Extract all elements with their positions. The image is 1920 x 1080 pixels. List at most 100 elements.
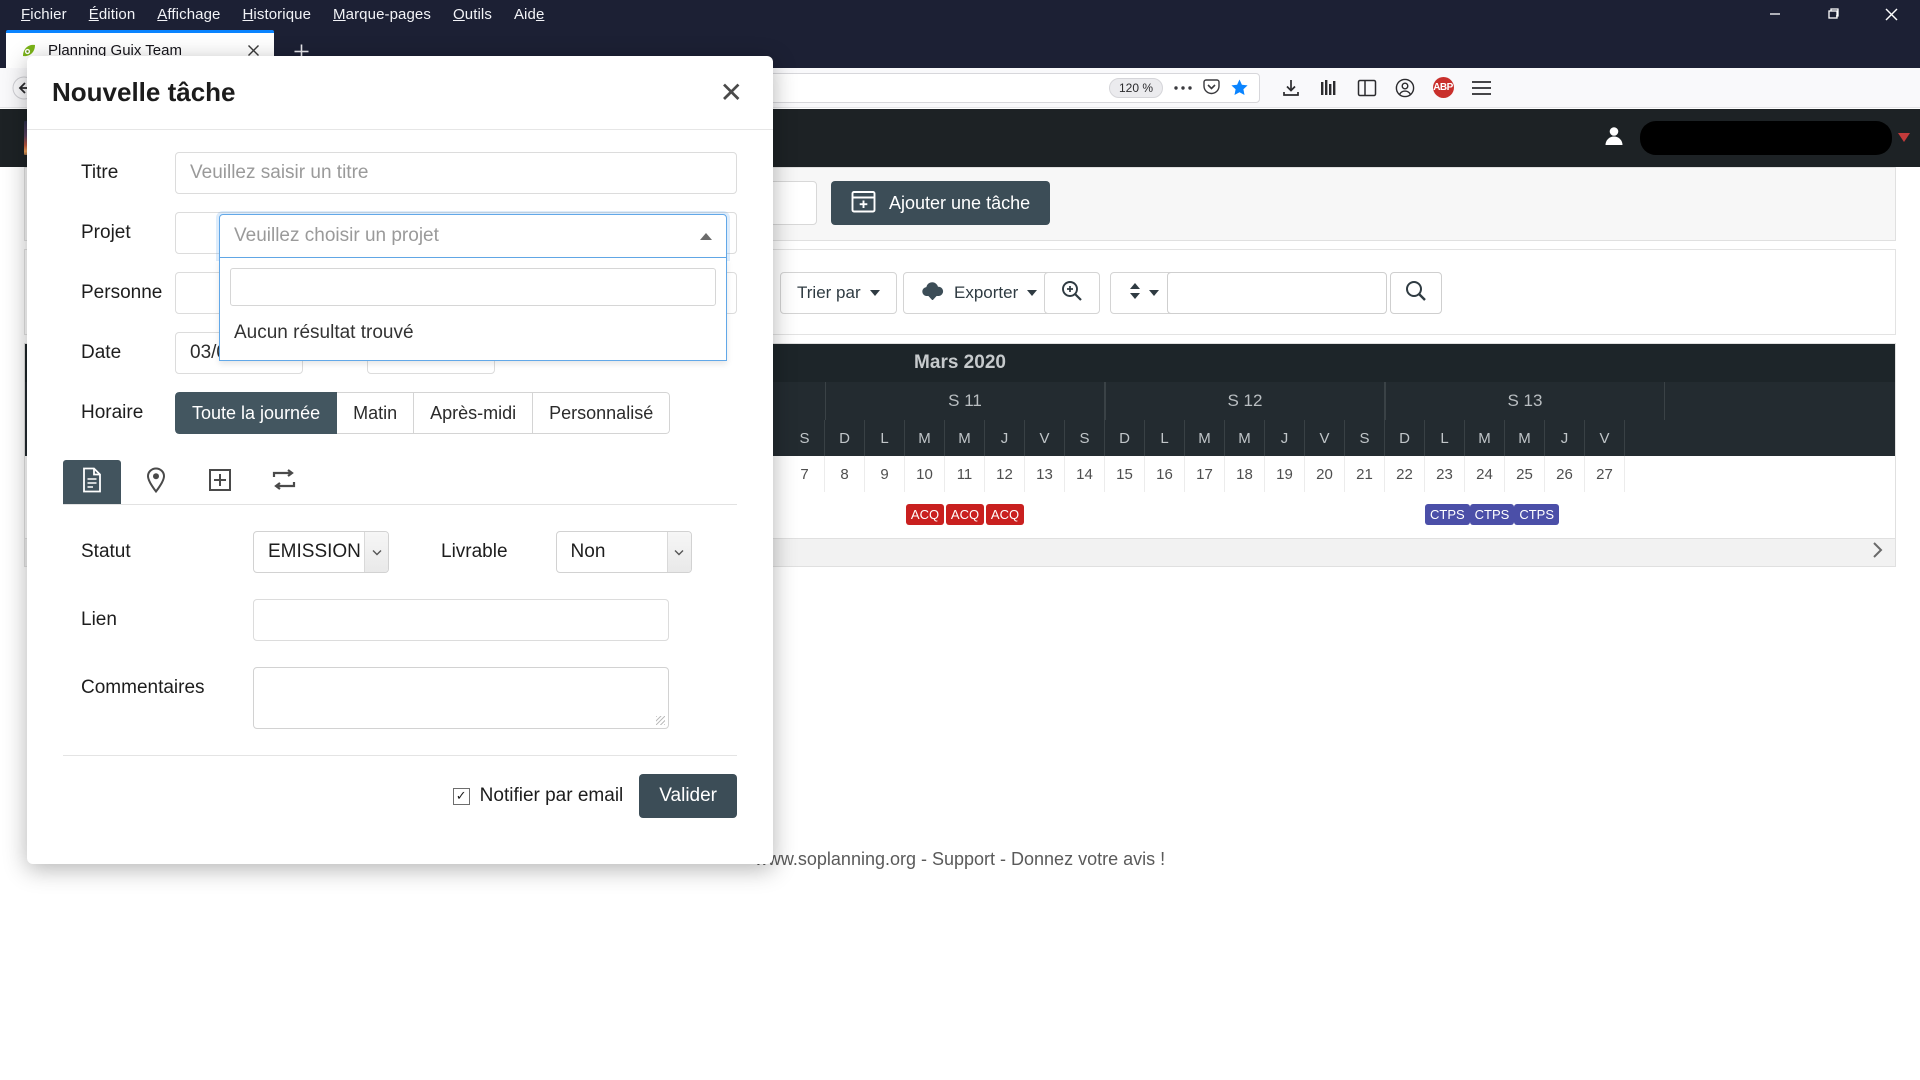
checkbox-icon[interactable]: ✓ bbox=[452, 787, 470, 805]
plus-square-icon bbox=[208, 468, 232, 497]
menu-edition[interactable]: Édition bbox=[78, 3, 147, 26]
livrable-value: Non bbox=[570, 541, 606, 562]
projet-select-trigger[interactable]: Veuillez choisir un projet bbox=[219, 214, 727, 258]
calendar-day-number: 10 bbox=[905, 456, 945, 492]
projet-select-no-result: Aucun résultat trouvé bbox=[234, 322, 414, 343]
calendar-day-letter: S bbox=[785, 420, 825, 456]
chevron-down-icon bbox=[666, 532, 691, 572]
user-icon bbox=[1602, 124, 1626, 153]
livrable-select[interactable]: Non bbox=[555, 531, 692, 573]
chevron-down-icon bbox=[869, 290, 880, 296]
lien-input[interactable] bbox=[253, 599, 669, 641]
menu-fichier[interactable]: Fichier bbox=[10, 3, 78, 26]
star-icon[interactable] bbox=[1225, 78, 1253, 97]
calendar-day-letter: J bbox=[1265, 420, 1305, 456]
repeat-icon bbox=[271, 468, 297, 496]
task-badge[interactable]: CTPS bbox=[1469, 503, 1515, 525]
horaire-label: Horaire bbox=[81, 402, 144, 423]
calendar-plus-icon bbox=[851, 189, 876, 218]
calendar-task-slot bbox=[1559, 492, 1599, 536]
minimize-button[interactable] bbox=[1746, 0, 1804, 28]
zoom-button[interactable] bbox=[1044, 272, 1100, 314]
statut-value: EMISSION bbox=[268, 541, 361, 562]
field-row-commentaires: Commentaires bbox=[63, 667, 737, 729]
pocket-icon[interactable] bbox=[1197, 78, 1225, 97]
calendar-day-number: 17 bbox=[1185, 456, 1225, 492]
horaire-option-apres-midi[interactable]: Après-midi bbox=[414, 392, 534, 434]
calendar-day-number: 24 bbox=[1465, 456, 1505, 492]
task-badge[interactable]: ACQ bbox=[945, 503, 985, 525]
horaire-option-matin[interactable]: Matin bbox=[337, 392, 415, 434]
calendar-task-slot bbox=[1105, 492, 1145, 536]
calendar-day-number: 9 bbox=[865, 456, 905, 492]
restore-button[interactable] bbox=[1804, 0, 1862, 28]
chevron-up-icon bbox=[700, 232, 712, 240]
calendar-day-number: 12 bbox=[985, 456, 1025, 492]
map-pin-icon bbox=[146, 466, 166, 498]
menu-aide[interactable]: Aide bbox=[503, 3, 555, 26]
calendar-day-letter: V bbox=[1585, 420, 1625, 456]
calendar-day-number: 21 bbox=[1345, 456, 1385, 492]
search-input[interactable] bbox=[1167, 272, 1387, 314]
calendar-task-slot bbox=[785, 492, 825, 536]
titre-input[interactable]: Veuillez saisir un titre bbox=[175, 152, 737, 194]
horaire-option-toute-la-journee[interactable]: Toute la journée bbox=[175, 392, 338, 434]
close-button[interactable] bbox=[1862, 0, 1920, 28]
calendar-day-letter: M bbox=[1465, 420, 1505, 456]
resize-grip-icon[interactable] bbox=[656, 716, 665, 725]
calendar-task-slot: CTPS bbox=[1514, 492, 1560, 536]
close-icon[interactable]: ✕ bbox=[712, 75, 751, 111]
os-titlebar: Fichier Édition Affichage Historique Mar… bbox=[0, 0, 1920, 28]
account-icon[interactable] bbox=[1386, 71, 1424, 105]
task-badge[interactable]: CTPS bbox=[1514, 503, 1560, 525]
ellipsis-icon[interactable] bbox=[1169, 85, 1197, 91]
task-badge[interactable]: CTPS bbox=[1425, 503, 1470, 525]
sidebar-icon[interactable] bbox=[1348, 71, 1386, 105]
tab-recurrence[interactable] bbox=[255, 460, 313, 504]
window-controls bbox=[1746, 0, 1920, 28]
calendar-week-s12: S 12 bbox=[1105, 382, 1385, 420]
search-button[interactable] bbox=[1390, 272, 1442, 314]
hamburger-icon[interactable] bbox=[1462, 71, 1500, 105]
app-user-menu[interactable] bbox=[1602, 109, 1920, 167]
tab-location[interactable] bbox=[127, 460, 185, 504]
menu-outils[interactable]: Outils bbox=[442, 3, 503, 26]
projet-select-dropdown: Veuillez choisir un projet Aucun résulta… bbox=[219, 214, 727, 361]
calendar-task-slot bbox=[1185, 492, 1225, 536]
statut-select[interactable]: EMISSION bbox=[253, 531, 389, 573]
download-icon[interactable] bbox=[1272, 71, 1310, 105]
commentaires-textarea[interactable] bbox=[253, 667, 669, 729]
modal-icon-tabs bbox=[63, 460, 737, 505]
calendar-day-number: 15 bbox=[1105, 456, 1145, 492]
calendar-day-letter: V bbox=[1025, 420, 1065, 456]
calendar-task-slot: ACQ bbox=[945, 492, 985, 536]
chevron-down-icon bbox=[364, 532, 388, 572]
modal-title: Nouvelle tâche bbox=[52, 77, 236, 107]
menu-affichage[interactable]: Affichage bbox=[146, 3, 231, 26]
field-row-titre: Titre Veuillez saisir un titre bbox=[63, 152, 737, 194]
calendar-day-number: 16 bbox=[1145, 456, 1185, 492]
horaire-option-personnalise[interactable]: Personnalisé bbox=[533, 392, 671, 434]
export-button[interactable]: Exporter bbox=[903, 272, 1055, 314]
search-icon bbox=[1405, 280, 1427, 307]
calendar-day-letter: D bbox=[825, 420, 865, 456]
chevron-down-icon bbox=[1148, 290, 1159, 296]
zoom-level-badge[interactable]: 120 % bbox=[1108, 77, 1163, 98]
menu-historique[interactable]: Historique bbox=[231, 3, 322, 26]
sort-by-button[interactable]: Trier par bbox=[780, 272, 897, 314]
menu-marque-pages[interactable]: Marque-pages bbox=[322, 3, 442, 26]
task-badge[interactable]: ACQ bbox=[905, 503, 945, 525]
tab-details[interactable] bbox=[63, 460, 121, 504]
adblock-icon[interactable]: ABP bbox=[1424, 71, 1462, 105]
calendar-task-slot bbox=[1025, 492, 1065, 536]
calendar-task-slot: CTPS bbox=[1425, 492, 1470, 536]
notify-email-checkbox[interactable]: ✓ Notifier par email bbox=[452, 785, 623, 807]
tab-add-field[interactable] bbox=[191, 460, 249, 504]
user-name-redacted bbox=[1640, 121, 1892, 155]
calendar-task-slot bbox=[1599, 492, 1639, 536]
projet-select-search-input[interactable] bbox=[230, 268, 716, 306]
validate-button[interactable]: Valider bbox=[639, 774, 737, 818]
library-icon[interactable] bbox=[1310, 71, 1348, 105]
task-badge[interactable]: ACQ bbox=[985, 503, 1025, 525]
add-task-button[interactable]: Ajouter une tâche bbox=[831, 181, 1051, 225]
